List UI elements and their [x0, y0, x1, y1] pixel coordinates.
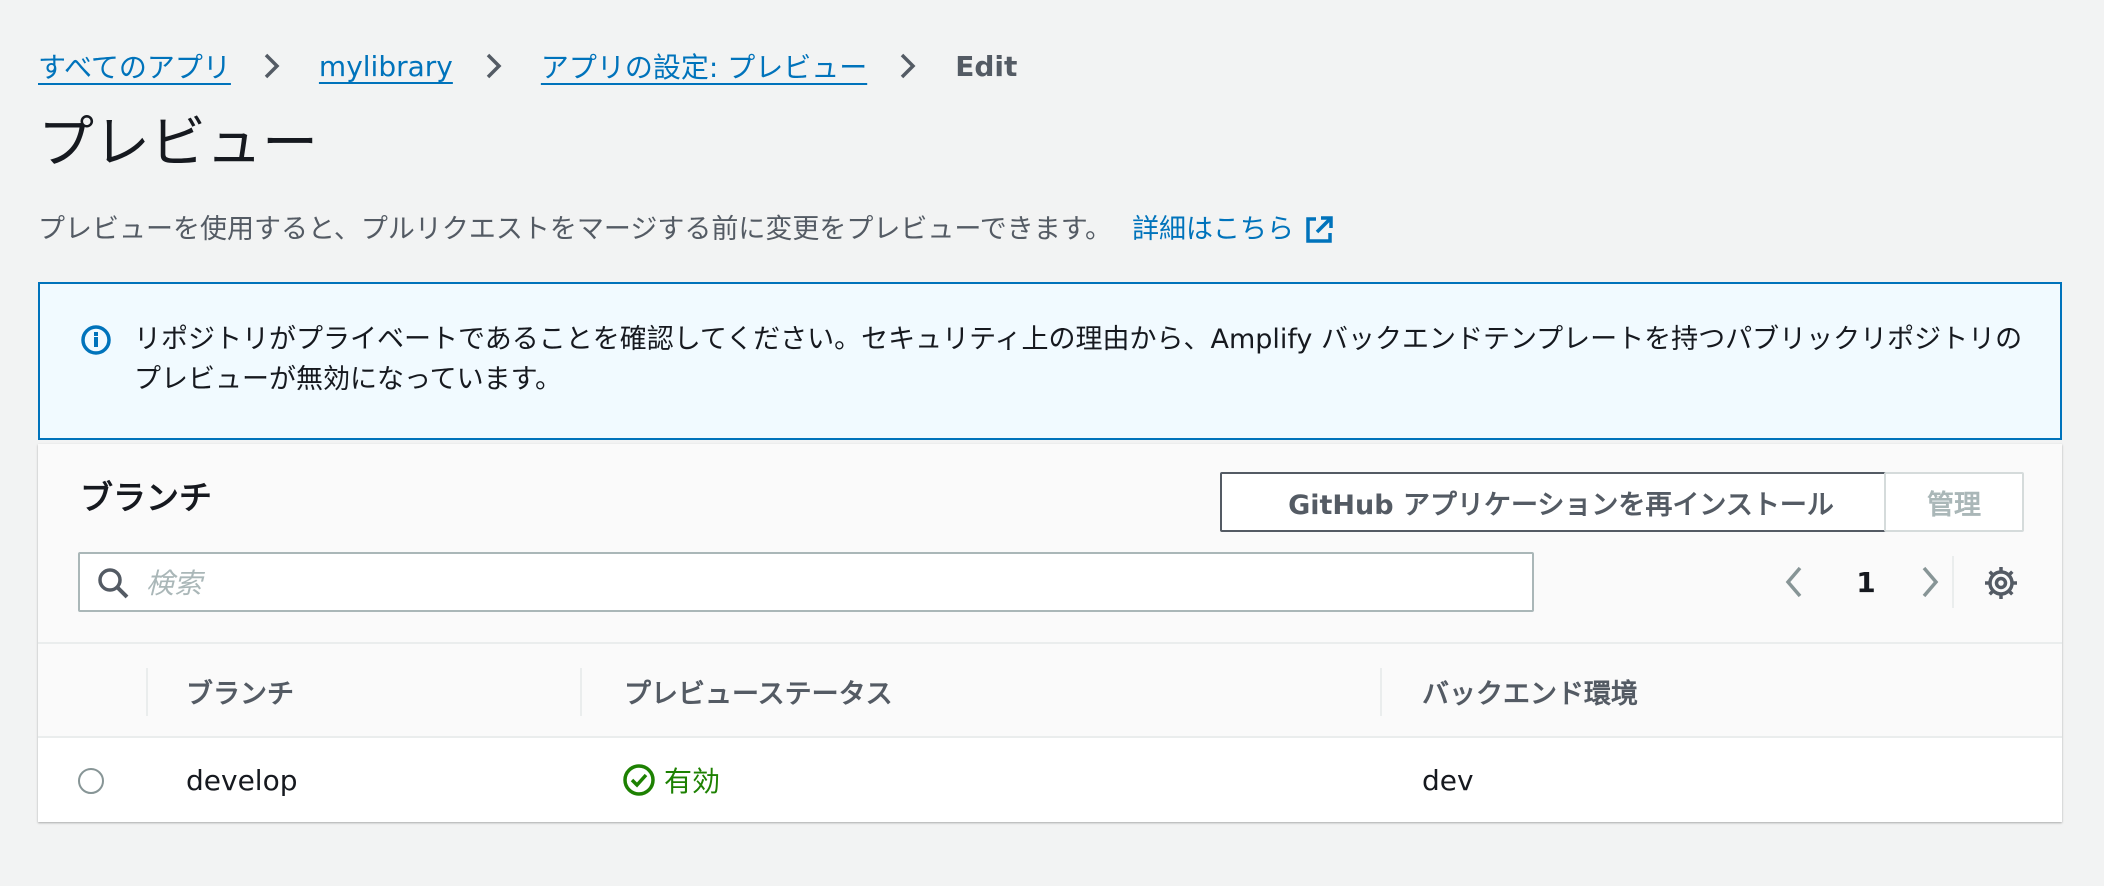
- info-alert: リポジトリがプライベートであることを確認してください。セキュリティ上の理由から、…: [38, 282, 2062, 440]
- learn-more-link[interactable]: 詳細はこちら: [1132, 210, 1334, 250]
- info-icon: [80, 324, 112, 360]
- status-label: 有効: [664, 765, 721, 798]
- description-text: プレビューを使用すると、プルリクエストをマージする前に変更をプレビューできます。: [38, 214, 1113, 245]
- page-title: プレビュー: [38, 111, 318, 176]
- learn-more-label: 詳細はこちら: [1132, 214, 1295, 245]
- breadcrumb-all-apps[interactable]: すべてのアプリ: [38, 46, 231, 86]
- external-link-icon: [1306, 216, 1333, 243]
- chevron-right-icon: [475, 46, 513, 86]
- column-header-branch[interactable]: ブランチ: [186, 644, 294, 738]
- chevron-right-icon: [253, 46, 291, 86]
- cell-backend-env: dev: [1422, 763, 1474, 797]
- breadcrumb-current: Edit: [955, 49, 1018, 83]
- column-header-preview-status[interactable]: プレビューステータス: [624, 644, 893, 738]
- breadcrumb-app[interactable]: mylibrary: [319, 50, 453, 83]
- breadcrumb: すべてのアプリ mylibrary アプリの設定: プレビュー Edit: [38, 46, 1017, 86]
- search-icon: [96, 566, 130, 604]
- breadcrumb-app-settings-preview[interactable]: アプリの設定: プレビュー: [541, 46, 867, 86]
- chevron-left-icon[interactable]: [1774, 558, 1814, 606]
- column-divider: [580, 668, 582, 716]
- column-divider: [146, 668, 148, 716]
- toolbar-divider: [1952, 556, 1954, 608]
- search-box[interactable]: [78, 552, 1534, 612]
- pagination-current-page[interactable]: 1: [1838, 558, 1894, 606]
- column-header-backend-env[interactable]: バックエンド環境: [1422, 644, 1638, 738]
- branches-panel: ブランチ GitHub アプリケーションを再インストール 管理 1: [38, 444, 2062, 822]
- page-description: プレビューを使用すると、プルリクエストをマージする前に変更をプレビューできます。…: [38, 210, 1334, 250]
- panel-header: ブランチ GitHub アプリケーションを再インストール 管理 1: [38, 444, 2062, 642]
- reinstall-github-app-button[interactable]: GitHub アプリケーションを再インストール: [1220, 472, 1902, 532]
- search-input[interactable]: [144, 558, 1518, 608]
- panel-title: ブランチ: [80, 478, 212, 517]
- chevron-right-icon[interactable]: [1910, 558, 1950, 606]
- alert-message: リポジトリがプライベートであることを確認してください。セキュリティ上の理由から、…: [134, 324, 2023, 395]
- chevron-right-icon: [889, 46, 927, 86]
- table-header-row: ブランチ プレビューステータス バックエンド環境: [38, 642, 2062, 738]
- column-divider: [1380, 668, 1382, 716]
- manage-button[interactable]: 管理: [1884, 472, 2024, 532]
- settings-gear-icon[interactable]: [1978, 560, 2024, 606]
- row-select-radio[interactable]: [78, 768, 104, 794]
- cell-branch: develop: [186, 763, 298, 797]
- check-circle-icon: [623, 764, 655, 796]
- cell-preview-status: 有効: [622, 738, 720, 822]
- table-row[interactable]: develop 有効 dev: [38, 738, 2062, 822]
